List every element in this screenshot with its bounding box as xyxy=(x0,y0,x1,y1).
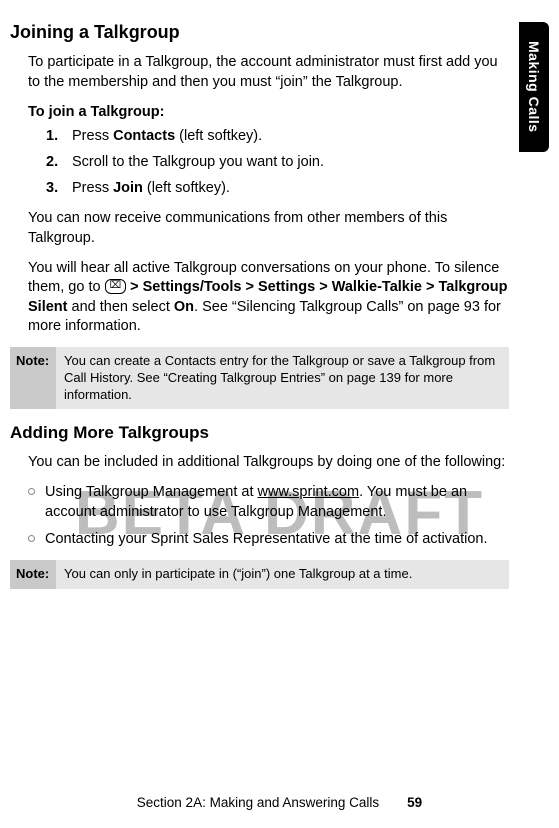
page-footer: Section 2A: Making and Answering Calls 59 xyxy=(0,795,559,810)
step-pre: Press xyxy=(72,128,113,144)
bullet-text: Using Talkgroup Management at www.sprint… xyxy=(45,483,509,522)
text-run: and then select xyxy=(67,299,173,315)
step-post: (left softkey). xyxy=(143,180,230,196)
bullet-1: Using Talkgroup Management at www.sprint… xyxy=(28,483,509,522)
heading-joining-talkgroup: Joining a Talkgroup xyxy=(10,22,509,43)
step-text: Press Contacts (left softkey). xyxy=(72,126,262,148)
side-tab-making-calls: Making Calls xyxy=(519,22,549,152)
note-label: Note: xyxy=(10,347,56,410)
paragraph-included: You can be included in additional Talkgr… xyxy=(28,453,509,473)
step-text: Scroll to the Talkgroup you want to join… xyxy=(72,152,324,174)
step-number: 1. xyxy=(46,126,64,148)
step-bold: Contacts xyxy=(113,128,175,144)
step-2: 2. Scroll to the Talkgroup you want to j… xyxy=(46,152,509,174)
step-3: 3. Press Join (left softkey). xyxy=(46,178,509,200)
menu-key-icon: ⌧ xyxy=(105,279,127,294)
paragraph-silence: You will hear all active Talkgroup conve… xyxy=(28,259,509,337)
note-box-2: Note: You can only in participate in (“j… xyxy=(10,560,509,589)
bullet-text: Contacting your Sprint Sales Representat… xyxy=(45,530,487,550)
subhead-to-join: To join a Talkgroup: xyxy=(28,104,509,120)
page-number: 59 xyxy=(407,795,422,810)
step-bold: Join xyxy=(113,180,143,196)
footer-section: Section 2A: Making and Answering Calls xyxy=(137,795,379,810)
heading-adding-more: Adding More Talkgroups xyxy=(10,423,509,443)
note-label: Note: xyxy=(10,560,56,589)
steps-list: 1. Press Contacts (left softkey). 2. Scr… xyxy=(46,126,509,199)
step-1: 1. Press Contacts (left softkey). xyxy=(46,126,509,148)
step-text: Press Join (left softkey). xyxy=(72,178,230,200)
note-body: You can only in participate in (“join”) … xyxy=(56,560,509,589)
bullet-list: Using Talkgroup Management at www.sprint… xyxy=(28,483,509,550)
bullet-icon xyxy=(28,488,35,495)
note-box-1: Note: You can create a Contacts entry fo… xyxy=(10,347,509,410)
bullet-icon xyxy=(28,535,35,542)
intro-paragraph: To participate in a Talkgroup, the accou… xyxy=(28,53,509,92)
step-number: 3. xyxy=(46,178,64,200)
step-post: (left softkey). xyxy=(175,128,262,144)
bullet-2: Contacting your Sprint Sales Representat… xyxy=(28,530,509,550)
text-run: Using Talkgroup Management at xyxy=(45,484,258,500)
paragraph-receive: You can now receive communications from … xyxy=(28,209,509,248)
note-body: You can create a Contacts entry for the … xyxy=(56,347,509,410)
link-sprint: www.sprint.com xyxy=(258,484,360,500)
step-pre: Press xyxy=(72,180,113,196)
text-bold: On xyxy=(174,299,194,315)
step-number: 2. xyxy=(46,152,64,174)
